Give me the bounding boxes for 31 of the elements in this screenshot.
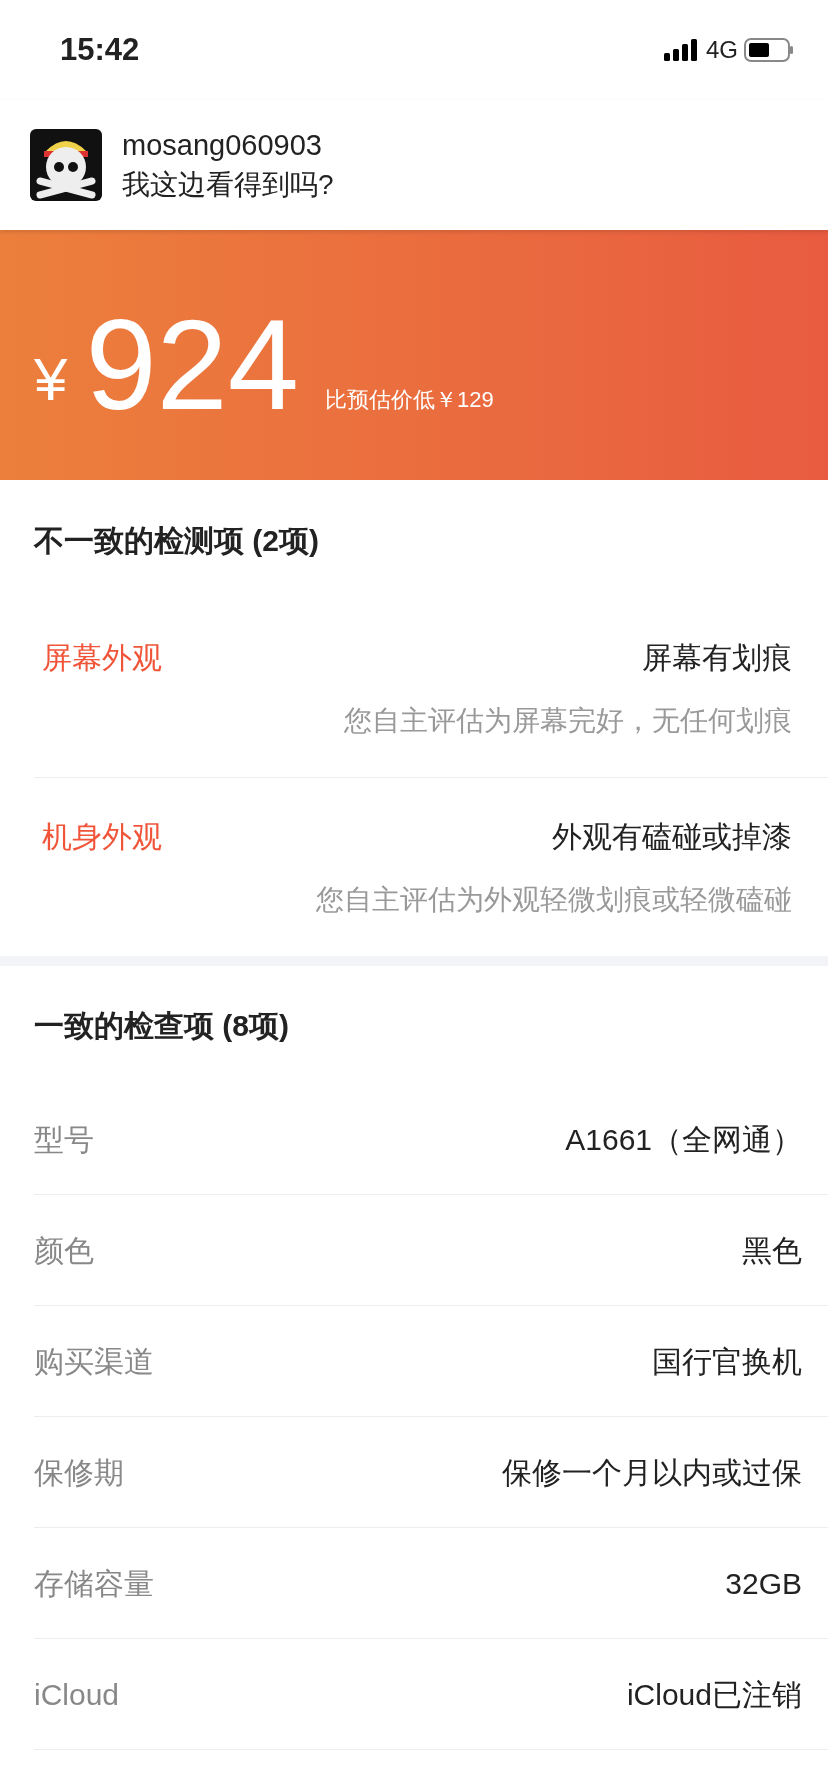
- section-title: 不一致的检测项 (2项): [34, 522, 319, 559]
- currency-symbol: ¥: [34, 350, 68, 410]
- check-result: 外观有磕碰或掉漆: [552, 818, 792, 855]
- spec-value: 保修一个月以内或过保: [502, 1454, 802, 1491]
- price-amount: 924: [85, 310, 299, 420]
- spec-label: 型号: [34, 1121, 94, 1158]
- price-note: 比预估价低￥129: [324, 386, 494, 414]
- skull-avatar-icon: [30, 129, 102, 201]
- spec-label: 存储容量: [34, 1565, 154, 1602]
- self-assessment-text: 您自主评估为外观轻微划痕或轻微磕碰: [316, 882, 792, 917]
- check-result: 屏幕有划痕: [642, 640, 792, 676]
- battery-icon: [744, 38, 794, 62]
- spec-value: A1661（全网通）: [565, 1121, 802, 1158]
- network-label: 4G: [706, 35, 738, 65]
- check-label: 屏幕外观: [42, 640, 162, 676]
- signal-icon: [664, 39, 700, 61]
- spec-value: iCloud已注销: [626, 1676, 802, 1713]
- status-time: 15:42: [60, 30, 140, 69]
- check-label: 机身外观: [42, 818, 162, 855]
- spec-value: 国行官换机: [652, 1343, 802, 1380]
- section-title: 一致的检查项 (8项): [34, 1007, 289, 1044]
- spec-value: 黑色: [742, 1232, 802, 1269]
- message-text: 我这边看得到吗?: [122, 168, 334, 202]
- spec-label: 保修期: [34, 1454, 124, 1491]
- spec-label: iCloud: [34, 1676, 120, 1713]
- spec-label: 购买渠道: [34, 1343, 154, 1380]
- self-assessment-text: 您自主评估为屏幕完好，无任何划痕: [344, 704, 792, 738]
- notification-banner[interactable]: mosang060903 我这边看得到吗?: [0, 100, 828, 230]
- sender-name: mosang060903: [122, 128, 323, 163]
- spec-label: 颜色: [34, 1232, 94, 1269]
- spec-value: 32GB: [725, 1565, 802, 1602]
